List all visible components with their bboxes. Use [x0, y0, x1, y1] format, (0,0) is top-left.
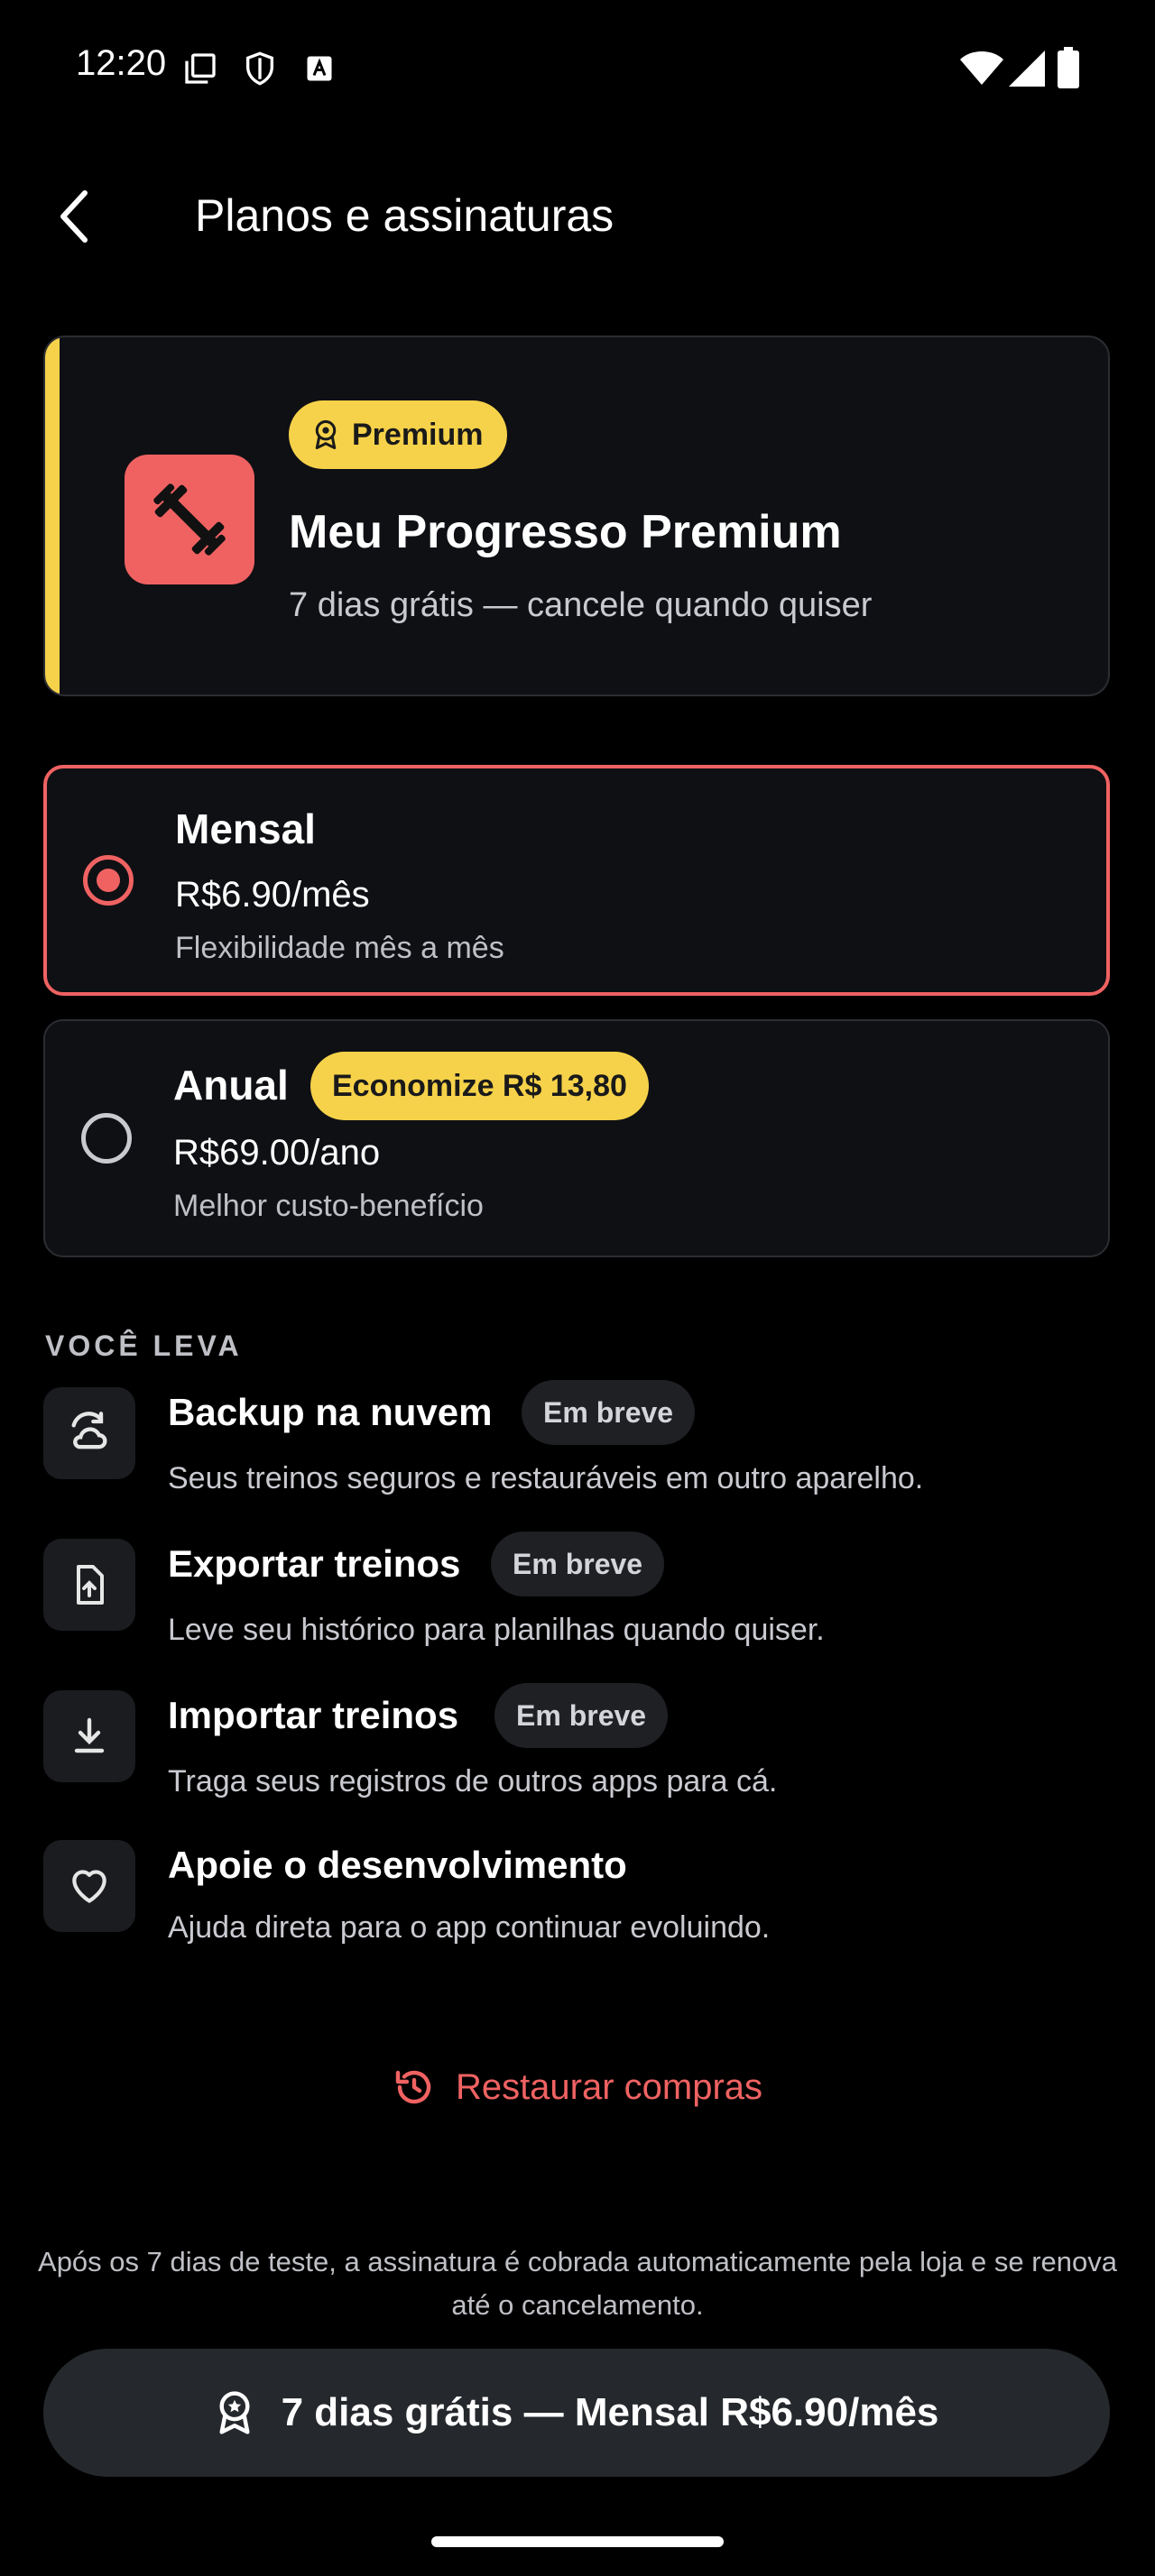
award-icon — [219, 2391, 250, 2434]
feature-description: Traga seus registros de outros apps para… — [168, 1764, 778, 1799]
dumbbell-icon — [153, 483, 226, 556]
shield-icon — [246, 51, 273, 86]
restore-purchases-label: Restaurar compras — [455, 2066, 763, 2107]
premium-badge: Premium — [289, 400, 507, 469]
radio-selected[interactable] — [83, 855, 134, 906]
status-time: 12:20 — [76, 43, 167, 83]
battery-icon — [1058, 47, 1079, 88]
savings-badge: Economize R$ 13,80 — [310, 1052, 649, 1120]
plan-price: R$69.00/ano — [173, 1133, 381, 1173]
feature-item: Importar treinos Em breve Traga seus reg… — [43, 1683, 1110, 1799]
feature-item: Exportar treinos Em breve Leve seu histó… — [43, 1532, 1110, 1647]
plan-option-monthly[interactable]: Mensal R$6.90/mês Flexibilidade mês a mê… — [43, 765, 1110, 996]
chevron-left-icon — [60, 190, 88, 243]
home-indicator[interactable] — [431, 2536, 724, 2547]
coming-soon-badge: Em breve — [522, 1380, 696, 1445]
feature-title: Apoie o desenvolvimento — [168, 1844, 627, 1886]
copy-icon — [185, 53, 216, 84]
plan-price: R$6.90/mês — [175, 875, 370, 915]
app-icon — [125, 455, 254, 584]
plan-option-annual[interactable]: Anual Economize R$ 13,80 R$69.00/ano Mel… — [43, 1019, 1110, 1257]
premium-badge-label: Premium — [352, 417, 484, 452]
plan-name: Mensal — [175, 805, 316, 852]
radio-unselected[interactable] — [81, 1113, 132, 1164]
feature-title: Exportar treinos — [168, 1542, 461, 1585]
history-icon — [395, 2070, 431, 2104]
heart-icon — [43, 1840, 135, 1932]
subscribe-button-label: 7 dias grátis — Mensal R$6.90/mês — [281, 2390, 939, 2434]
feature-item: Apoie o desenvolvimento Ajuda direta par… — [43, 1840, 1110, 1948]
restore-purchases-button[interactable]: Restaurar compras — [0, 2065, 1155, 2109]
plan-description: Melhor custo-benefício — [173, 1189, 484, 1223]
feature-item: Backup na nuvem Em breve Seus treinos se… — [43, 1380, 1110, 1495]
legal-text: Após os 7 dias de teste, a assinatura é … — [38, 2246, 1117, 2321]
premium-accent-bar — [45, 337, 60, 695]
coming-soon-badge: Em breve — [491, 1532, 665, 1596]
signal-icon — [1009, 51, 1045, 87]
plan-name: Anual — [173, 1062, 289, 1109]
plan-description: Flexibilidade mês a mês — [175, 931, 504, 965]
feature-title: Importar treinos — [168, 1694, 459, 1736]
file-upload-icon — [43, 1539, 135, 1631]
feature-description: Ajuda direta para o app continuar evolui… — [168, 1910, 771, 1945]
feature-title: Backup na nuvem — [168, 1391, 493, 1433]
premium-subtitle: 7 dias grátis — cancele quando quiser — [289, 586, 873, 624]
feature-description: Leve seu histórico para planilhas quando… — [168, 1613, 825, 1647]
page-title: Planos e assinaturas — [195, 190, 614, 241]
download-icon — [43, 1690, 135, 1782]
premium-card: Premium Meu Progresso Premium 7 dias grá… — [43, 336, 1110, 696]
cloud-restore-icon — [43, 1387, 135, 1479]
wifi-icon — [960, 51, 1003, 85]
coming-soon-badge: Em breve — [494, 1683, 669, 1748]
back-button[interactable] — [51, 180, 105, 253]
feature-description: Seus treinos seguros e restauráveis em o… — [168, 1461, 924, 1495]
premium-title: Meu Progresso Premium — [289, 506, 842, 558]
award-icon — [315, 419, 337, 450]
section-label: VOCÊ LEVA — [45, 1329, 243, 1362]
text-box-icon — [307, 56, 332, 81]
subscribe-button[interactable]: 7 dias grátis — Mensal R$6.90/mês — [43, 2349, 1110, 2477]
